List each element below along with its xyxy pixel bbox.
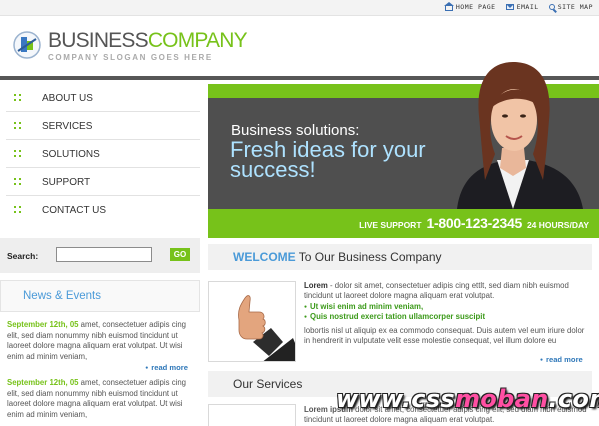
- welcome-lead-text: - dolor sit amet, consectetuer adipis ci…: [304, 281, 569, 301]
- welcome-read-more-link[interactable]: read more: [540, 355, 583, 364]
- support-phone: 1-800-123-2345: [426, 215, 523, 231]
- top-link-email-label: EMAIL: [516, 3, 539, 11]
- live-support: LIVE SUPPORT 1-800-123-2345 24 HOURS/DAY: [359, 215, 589, 231]
- top-link-sitemap-label: SITE MAP: [557, 3, 593, 11]
- news-panel: News & Events September 12th, 05 amet, c…: [0, 280, 200, 426]
- search-label: Search:: [7, 251, 39, 261]
- news-item: September 12th, 05 amet, consectetuer ad…: [0, 372, 200, 420]
- home-icon: [443, 1, 454, 11]
- nav-item-label: SOLUTIONS: [42, 149, 100, 160]
- search-input[interactable]: [56, 247, 152, 262]
- welcome-bullet: Ut wisi enim ad minim veniam,: [304, 302, 423, 311]
- banner-tagline: Fresh ideas for your success!: [230, 137, 426, 182]
- nav-item-about-us[interactable]: ABOUT US: [6, 84, 200, 112]
- nav-item-support[interactable]: SUPPORT: [6, 168, 200, 196]
- news-header: News & Events: [0, 280, 200, 312]
- services-title: Our Services: [233, 377, 303, 391]
- top-link-sitemap[interactable]: SITE MAP: [548, 3, 593, 11]
- nav-bullet-icon: [14, 122, 21, 129]
- nav-bullet-icon: [14, 94, 21, 101]
- support-label: LIVE SUPPORT: [359, 220, 422, 230]
- welcome-title: WELCOME To Our Business Company: [233, 250, 442, 264]
- businesswoman-photo: [457, 62, 583, 209]
- hero-banner: Business solutions: Fresh ideas for your…: [208, 62, 599, 238]
- watermark: www.cssmoban.com: [336, 385, 599, 413]
- search-go-button[interactable]: GO: [170, 248, 190, 261]
- news-item: September 12th, 05 amet, consectetuer ad…: [0, 312, 200, 362]
- news-title: News & Events: [23, 290, 101, 302]
- thumbs-up-image: [208, 281, 296, 362]
- top-link-email[interactable]: EMAIL: [505, 3, 539, 11]
- nav-item-label: SUPPORT: [42, 177, 91, 188]
- support-hours: 24 HOURS/DAY: [526, 220, 589, 230]
- nav-bullet-icon: [14, 178, 21, 185]
- nav-bullet-icon: [14, 206, 21, 213]
- mail-icon: [505, 4, 514, 10]
- services-image: [208, 404, 296, 426]
- logo[interactable]: BUSINESSCOMPANY COMPANY SLOGAN GOES HERE: [12, 29, 248, 66]
- nav-item-label: SERVICES: [42, 121, 93, 132]
- logo-name: BUSINESSCOMPANY: [48, 29, 248, 52]
- welcome-paragraph: lobortis nisl ut aliquip ex ea commodo c…: [304, 326, 585, 346]
- welcome-bullet: Quis nostrud exerci tation ullamcorper s…: [304, 312, 485, 321]
- nav-item-label: ABOUT US: [42, 93, 93, 104]
- main-nav: ABOUT US SERVICES SOLUTIONS SUPPORT CONT…: [0, 84, 200, 224]
- nav-item-label: CONTACT US: [42, 205, 107, 216]
- nav-bullet-icon: [14, 150, 21, 157]
- top-utility-bar: HOME PAGE EMAIL SITE MAP: [0, 0, 599, 16]
- nav-item-services[interactable]: SERVICES: [6, 112, 200, 140]
- logo-slogan: COMPANY SLOGAN GOES HERE: [48, 53, 213, 62]
- nav-item-contact-us[interactable]: CONTACT US: [6, 196, 200, 224]
- news-date: September 12th, 05: [7, 378, 79, 387]
- logo-mark-icon: [13, 31, 41, 59]
- welcome-heading-bar: WELCOME To Our Business Company: [208, 244, 592, 270]
- welcome-text: Lorem - dolor sit amet, consectetuer adi…: [304, 281, 592, 351]
- news-read-more-link[interactable]: read more: [0, 363, 200, 372]
- nav-item-solutions[interactable]: SOLUTIONS: [6, 140, 200, 168]
- top-link-home-label: HOME PAGE: [455, 3, 496, 11]
- search-box: Search: GO: [0, 238, 200, 273]
- thumbs-up-icon: [238, 295, 295, 361]
- top-links: HOME PAGE EMAIL SITE MAP: [443, 1, 593, 11]
- news-date: September 12th, 05: [7, 320, 79, 329]
- search-icon: [548, 4, 555, 10]
- top-link-home[interactable]: HOME PAGE: [443, 1, 496, 11]
- welcome-lead-bold: Lorem: [304, 281, 328, 290]
